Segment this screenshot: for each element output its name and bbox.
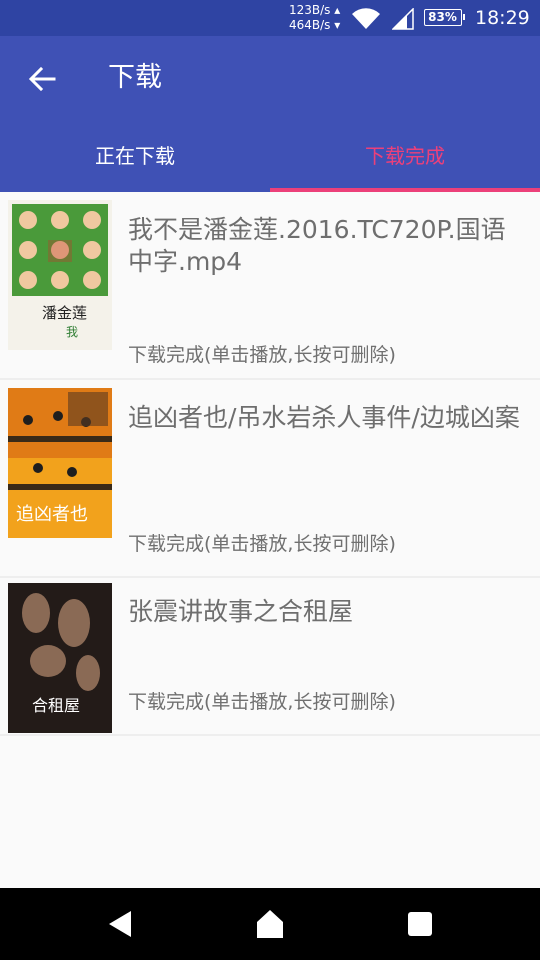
movie-poster: 追凶者也 — [8, 388, 112, 538]
download-title: 我不是潘金莲.2016.TC720P.国语中字.mp4 — [128, 215, 506, 276]
svg-text:我: 我 — [66, 325, 78, 339]
movie-poster: 合租屋 — [8, 583, 112, 733]
list-item[interactable]: 潘金莲 我 我不是潘金莲.2016.TC720P.国语中字.mp4 下载完成(单… — [0, 192, 540, 380]
upload-speed: 123B/s — [289, 3, 331, 17]
download-status: 下载完成(单击播放,长按可删除) — [128, 533, 396, 555]
page-title: 下载 — [108, 62, 162, 93]
poster-text: 合租屋 — [32, 696, 80, 715]
clock: 18:29 — [475, 7, 530, 29]
movie-poster: 潘金莲 我 — [8, 200, 112, 350]
tab-completed[interactable]: 下载完成 — [270, 136, 540, 192]
nav-back-icon[interactable] — [105, 909, 135, 939]
poster-text: 潘金莲 — [42, 304, 87, 322]
wifi-icon — [352, 8, 380, 30]
download-status: 下载完成(单击播放,长按可删除) — [128, 691, 396, 713]
app-bar: 下载 正在下载 下载完成 — [0, 36, 540, 192]
back-button[interactable] — [18, 58, 66, 102]
navigation-bar — [0, 888, 540, 960]
download-title: 追凶者也/吊水岩杀人事件/边城凶案 — [128, 403, 520, 432]
download-speed: 464B/s — [289, 18, 331, 32]
battery-percent: 83% — [428, 10, 457, 24]
list-item[interactable]: 合租屋 张震讲故事之合租屋 下载完成(单击播放,长按可删除) — [0, 578, 540, 736]
poster-text: 追凶者也 — [16, 504, 88, 525]
tab-downloading[interactable]: 正在下载 — [0, 136, 270, 192]
download-status: 下载完成(单击播放,长按可删除) — [128, 344, 396, 366]
download-list: 潘金莲 我 我不是潘金莲.2016.TC720P.国语中字.mp4 下载完成(单… — [0, 192, 540, 736]
download-title: 张震讲故事之合租屋 — [128, 597, 354, 626]
arrow-back-icon — [28, 66, 56, 92]
nav-recents-icon[interactable] — [408, 912, 432, 936]
battery-icon: 83% — [424, 9, 465, 26]
signal-icon — [392, 8, 414, 30]
status-bar: 123B/s ▴ 464B/s ▾ 83% 18:29 — [0, 0, 540, 36]
nav-home-icon[interactable] — [254, 908, 286, 940]
list-item[interactable]: 追凶者也 追凶者也/吊水岩杀人事件/边城凶案 下载完成(单击播放,长按可删除) — [0, 380, 540, 578]
network-speed: 123B/s ▴ 464B/s ▾ — [289, 3, 341, 32]
